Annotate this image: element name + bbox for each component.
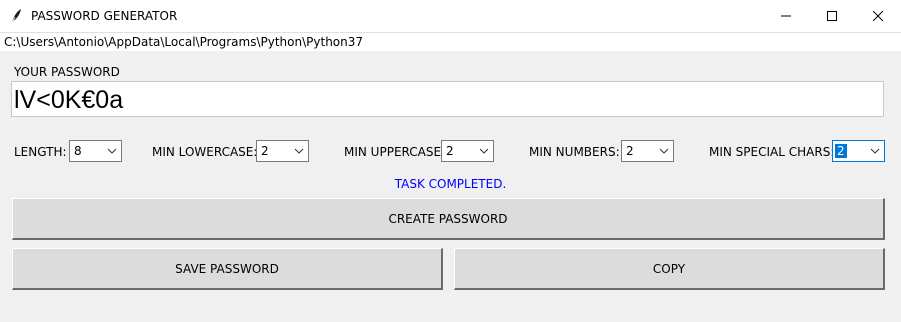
min-numbers-label: MIN NUMBERS: xyxy=(529,145,620,159)
min-numbers-value: 2 xyxy=(626,144,634,158)
path-text: C:\Users\Antonio\AppData\Local\Programs\… xyxy=(4,35,364,49)
length-value: 8 xyxy=(74,144,82,158)
maximize-button[interactable] xyxy=(809,0,855,32)
path-bar: C:\Users\Antonio\AppData\Local\Programs\… xyxy=(0,32,901,51)
min-lowercase-value: 2 xyxy=(261,144,269,158)
chevron-down-icon xyxy=(479,148,489,154)
status-text: TASK COMPLETED. xyxy=(394,177,507,191)
title-bar: PASSWORD GENERATOR xyxy=(0,0,901,32)
chevron-down-icon xyxy=(107,148,117,154)
min-lowercase-label: MIN LOWERCASE: xyxy=(152,145,258,159)
min-uppercase-value: 2 xyxy=(446,144,454,158)
min-special-chars-select[interactable]: 2 xyxy=(832,140,885,162)
chevron-down-icon xyxy=(294,148,304,154)
length-label: LENGTH: xyxy=(14,145,67,159)
save-password-button[interactable]: SAVE PASSWORD xyxy=(12,248,443,290)
maximize-icon xyxy=(827,11,837,21)
password-label: YOUR PASSWORD xyxy=(14,65,120,79)
window-title: PASSWORD GENERATOR xyxy=(31,9,178,23)
min-uppercase-select[interactable]: 2 xyxy=(441,140,494,162)
minimize-button[interactable] xyxy=(763,0,809,32)
create-password-label: CREATE PASSWORD xyxy=(388,211,508,226)
min-numbers-select[interactable]: 2 xyxy=(621,140,674,162)
copy-label: COPY xyxy=(652,261,686,276)
chevron-down-icon xyxy=(870,148,880,154)
password-field[interactable]: lV<0K€0a xyxy=(11,81,884,117)
copy-button[interactable]: COPY xyxy=(454,248,885,290)
close-icon xyxy=(873,11,883,21)
min-special-chars-value: 2 xyxy=(835,144,847,158)
chevron-down-icon xyxy=(659,148,669,154)
create-password-button[interactable]: CREATE PASSWORD xyxy=(12,198,885,240)
min-uppercase-label: MIN UPPERCASE: xyxy=(344,145,446,159)
save-password-label: SAVE PASSWORD xyxy=(175,261,279,276)
minimize-icon xyxy=(781,15,791,17)
close-button[interactable] xyxy=(855,0,901,32)
min-special-chars-label: MIN SPECIAL CHARS: xyxy=(709,145,835,159)
feather-icon xyxy=(11,9,21,24)
min-lowercase-select[interactable]: 2 xyxy=(256,140,309,162)
length-select[interactable]: 8 xyxy=(69,140,122,162)
